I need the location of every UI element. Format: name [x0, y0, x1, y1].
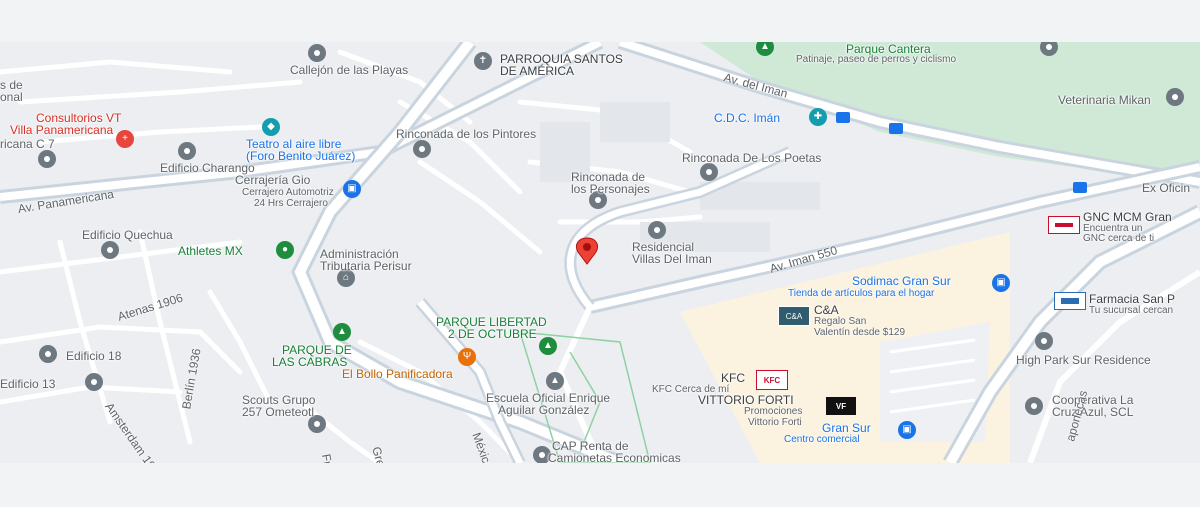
callejon-pin-icon[interactable]	[308, 44, 326, 62]
cdc-iman-label[interactable]: C.D.C. Imán	[714, 112, 780, 125]
villa-c7-label[interactable]: ricana C 7	[0, 138, 55, 151]
cooperativa-pin-icon[interactable]	[1025, 397, 1043, 415]
residencial-pin-icon[interactable]	[648, 221, 666, 239]
escuela-label-2[interactable]: Aguilar González	[498, 404, 589, 417]
parque-libertad-label-2[interactable]: 2 DE OCTUBRE	[448, 328, 537, 341]
gnc-sub2: GNC cerca de ti	[1083, 233, 1155, 244]
teatro-label-2[interactable]: (Foro Benito Juárez)	[246, 150, 355, 163]
parque-cantera-sub: Patinaje, paseo de perros y ciclismo	[796, 54, 957, 65]
callejon-label[interactable]: Callejón de las Playas	[290, 64, 408, 77]
parque-cabras-label-2[interactable]: LAS CABRAS	[272, 356, 347, 369]
rinconada-poetas-label[interactable]: Rinconada De Los Poetas	[682, 152, 821, 165]
residencial-label-2[interactable]: Villas Del Iman	[632, 253, 712, 266]
edificio-18-label[interactable]: Edificio 18	[66, 350, 121, 363]
rinconada-pintores-pin-icon[interactable]	[413, 140, 431, 158]
athletes-label[interactable]: Athletes MX	[178, 245, 243, 258]
map-canvas[interactable]: ✝ ▲ ✚ + ◆ ▣ ● ⌂ ▣ ▲ ▲ Ψ ▲ ▣ C&A KFC VF s…	[0, 42, 1200, 463]
edge-label-2: onal	[0, 90, 23, 104]
farmacia-logo[interactable]	[1054, 292, 1086, 310]
ca-sub2: Valentín desde $129	[814, 327, 906, 338]
edificio-quechua-label[interactable]: Edificio Quechua	[82, 229, 173, 242]
bus-stop-icon[interactable]	[836, 112, 850, 123]
cap-label-2[interactable]: Camionetas Economicas	[548, 452, 681, 464]
parque-cabras-pin-icon[interactable]: ▲	[333, 323, 351, 341]
teatro-pin-icon[interactable]: ◆	[262, 118, 280, 136]
bus-stop-icon-3[interactable]	[1073, 182, 1087, 193]
rinconada-poetas-pin-icon[interactable]	[700, 163, 718, 181]
high-park-pin-icon[interactable]	[1035, 332, 1053, 350]
vf-logo[interactable]: VF	[826, 397, 856, 415]
church-pin-icon[interactable]: ✝	[474, 52, 492, 70]
kfc-logo[interactable]: KFC	[756, 370, 788, 390]
selected-location-pin-icon[interactable]	[570, 236, 604, 266]
bus-stop-icon-2[interactable]	[889, 123, 903, 134]
cerrajero-sub1: Cerrajero Automotriz	[242, 187, 334, 198]
cooperativa-label-2[interactable]: Cruz Azul, SCL	[1052, 406, 1133, 419]
bollo-pin-icon[interactable]: Ψ	[458, 348, 476, 366]
gran-sur-sub: Centro comercial	[784, 434, 860, 445]
cerrajeria-bag-icon[interactable]: ▣	[343, 180, 361, 198]
veterinaria-label[interactable]: Veterinaria Mikan	[1058, 94, 1151, 107]
rinconada-personajes-label-2[interactable]: los Personajes	[571, 183, 650, 196]
cerrajeria-label[interactable]: Cerrajería Gio	[235, 174, 310, 187]
villa-c7-pin-icon[interactable]	[38, 150, 56, 168]
parque-libertad-pin-icon[interactable]: ▲	[539, 337, 557, 355]
sodimac-sub: Tienda de artículos para el hogar	[788, 288, 935, 299]
ca-logo[interactable]: C&A	[778, 306, 810, 326]
parroquia-label-2[interactable]: DE AMÉRICA	[500, 65, 574, 78]
athletes-pin-icon[interactable]: ●	[276, 241, 294, 259]
gran-sur-bag-icon[interactable]: ▣	[898, 421, 916, 439]
veterinaria-pin-icon[interactable]	[1166, 88, 1184, 106]
villa-panamericana-label[interactable]: Villa Panamericana	[10, 124, 113, 137]
scouts-label-2[interactable]: 257 Ometeotl	[242, 406, 314, 419]
edificio-charango-pin-icon[interactable]	[178, 142, 196, 160]
bollo-label[interactable]: El Bollo Panificadora	[342, 368, 453, 381]
edificio-13-label[interactable]: Edificio 13	[0, 378, 55, 391]
edificio-18-pin-icon[interactable]	[39, 345, 57, 363]
ex-oficina-label[interactable]: Ex Oficin	[1142, 182, 1190, 195]
rinconada-pintores-label[interactable]: Rinconada de los Pintores	[396, 128, 536, 141]
cerrajero-sub2: 24 Hrs Cerrajero	[254, 198, 328, 209]
cdc-iman-pin-icon[interactable]: ✚	[809, 108, 827, 126]
vittorio-sub1: Promociones	[744, 406, 803, 417]
edificio-quechua-pin-icon[interactable]	[101, 241, 119, 259]
administracion-label-2[interactable]: Tributaria Perisur	[320, 260, 412, 273]
farmacia-sub: Tu sucursal cercan	[1089, 305, 1174, 316]
high-park-label[interactable]: High Park Sur Residence	[1016, 354, 1151, 367]
ca-sub1: Regalo San	[814, 316, 867, 327]
vittorio-sub2: Vittorio Forti	[748, 417, 802, 428]
escuela-pin-icon[interactable]: ▲	[546, 372, 564, 390]
sodimac-bag-icon[interactable]: ▣	[992, 274, 1010, 292]
gnc-logo[interactable]	[1048, 216, 1080, 234]
sodimac-label[interactable]: Sodimac Gran Sur	[852, 275, 951, 288]
edificio-13-pin-icon[interactable]	[85, 373, 103, 391]
consultorios-pin-icon[interactable]: +	[116, 130, 134, 148]
